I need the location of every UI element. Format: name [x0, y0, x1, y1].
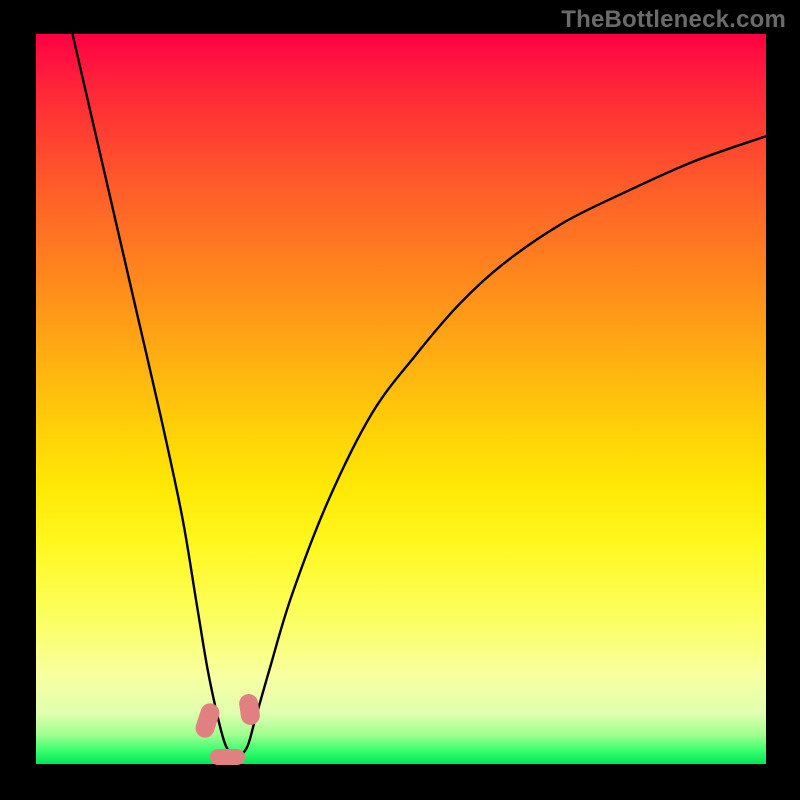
- blob-bottom: [210, 749, 245, 765]
- bottleneck-curve: [36, 34, 766, 764]
- curve-path: [73, 34, 767, 756]
- watermark-text: TheBottleneck.com: [561, 6, 786, 34]
- chart-frame: TheBottleneck.com: [0, 0, 800, 800]
